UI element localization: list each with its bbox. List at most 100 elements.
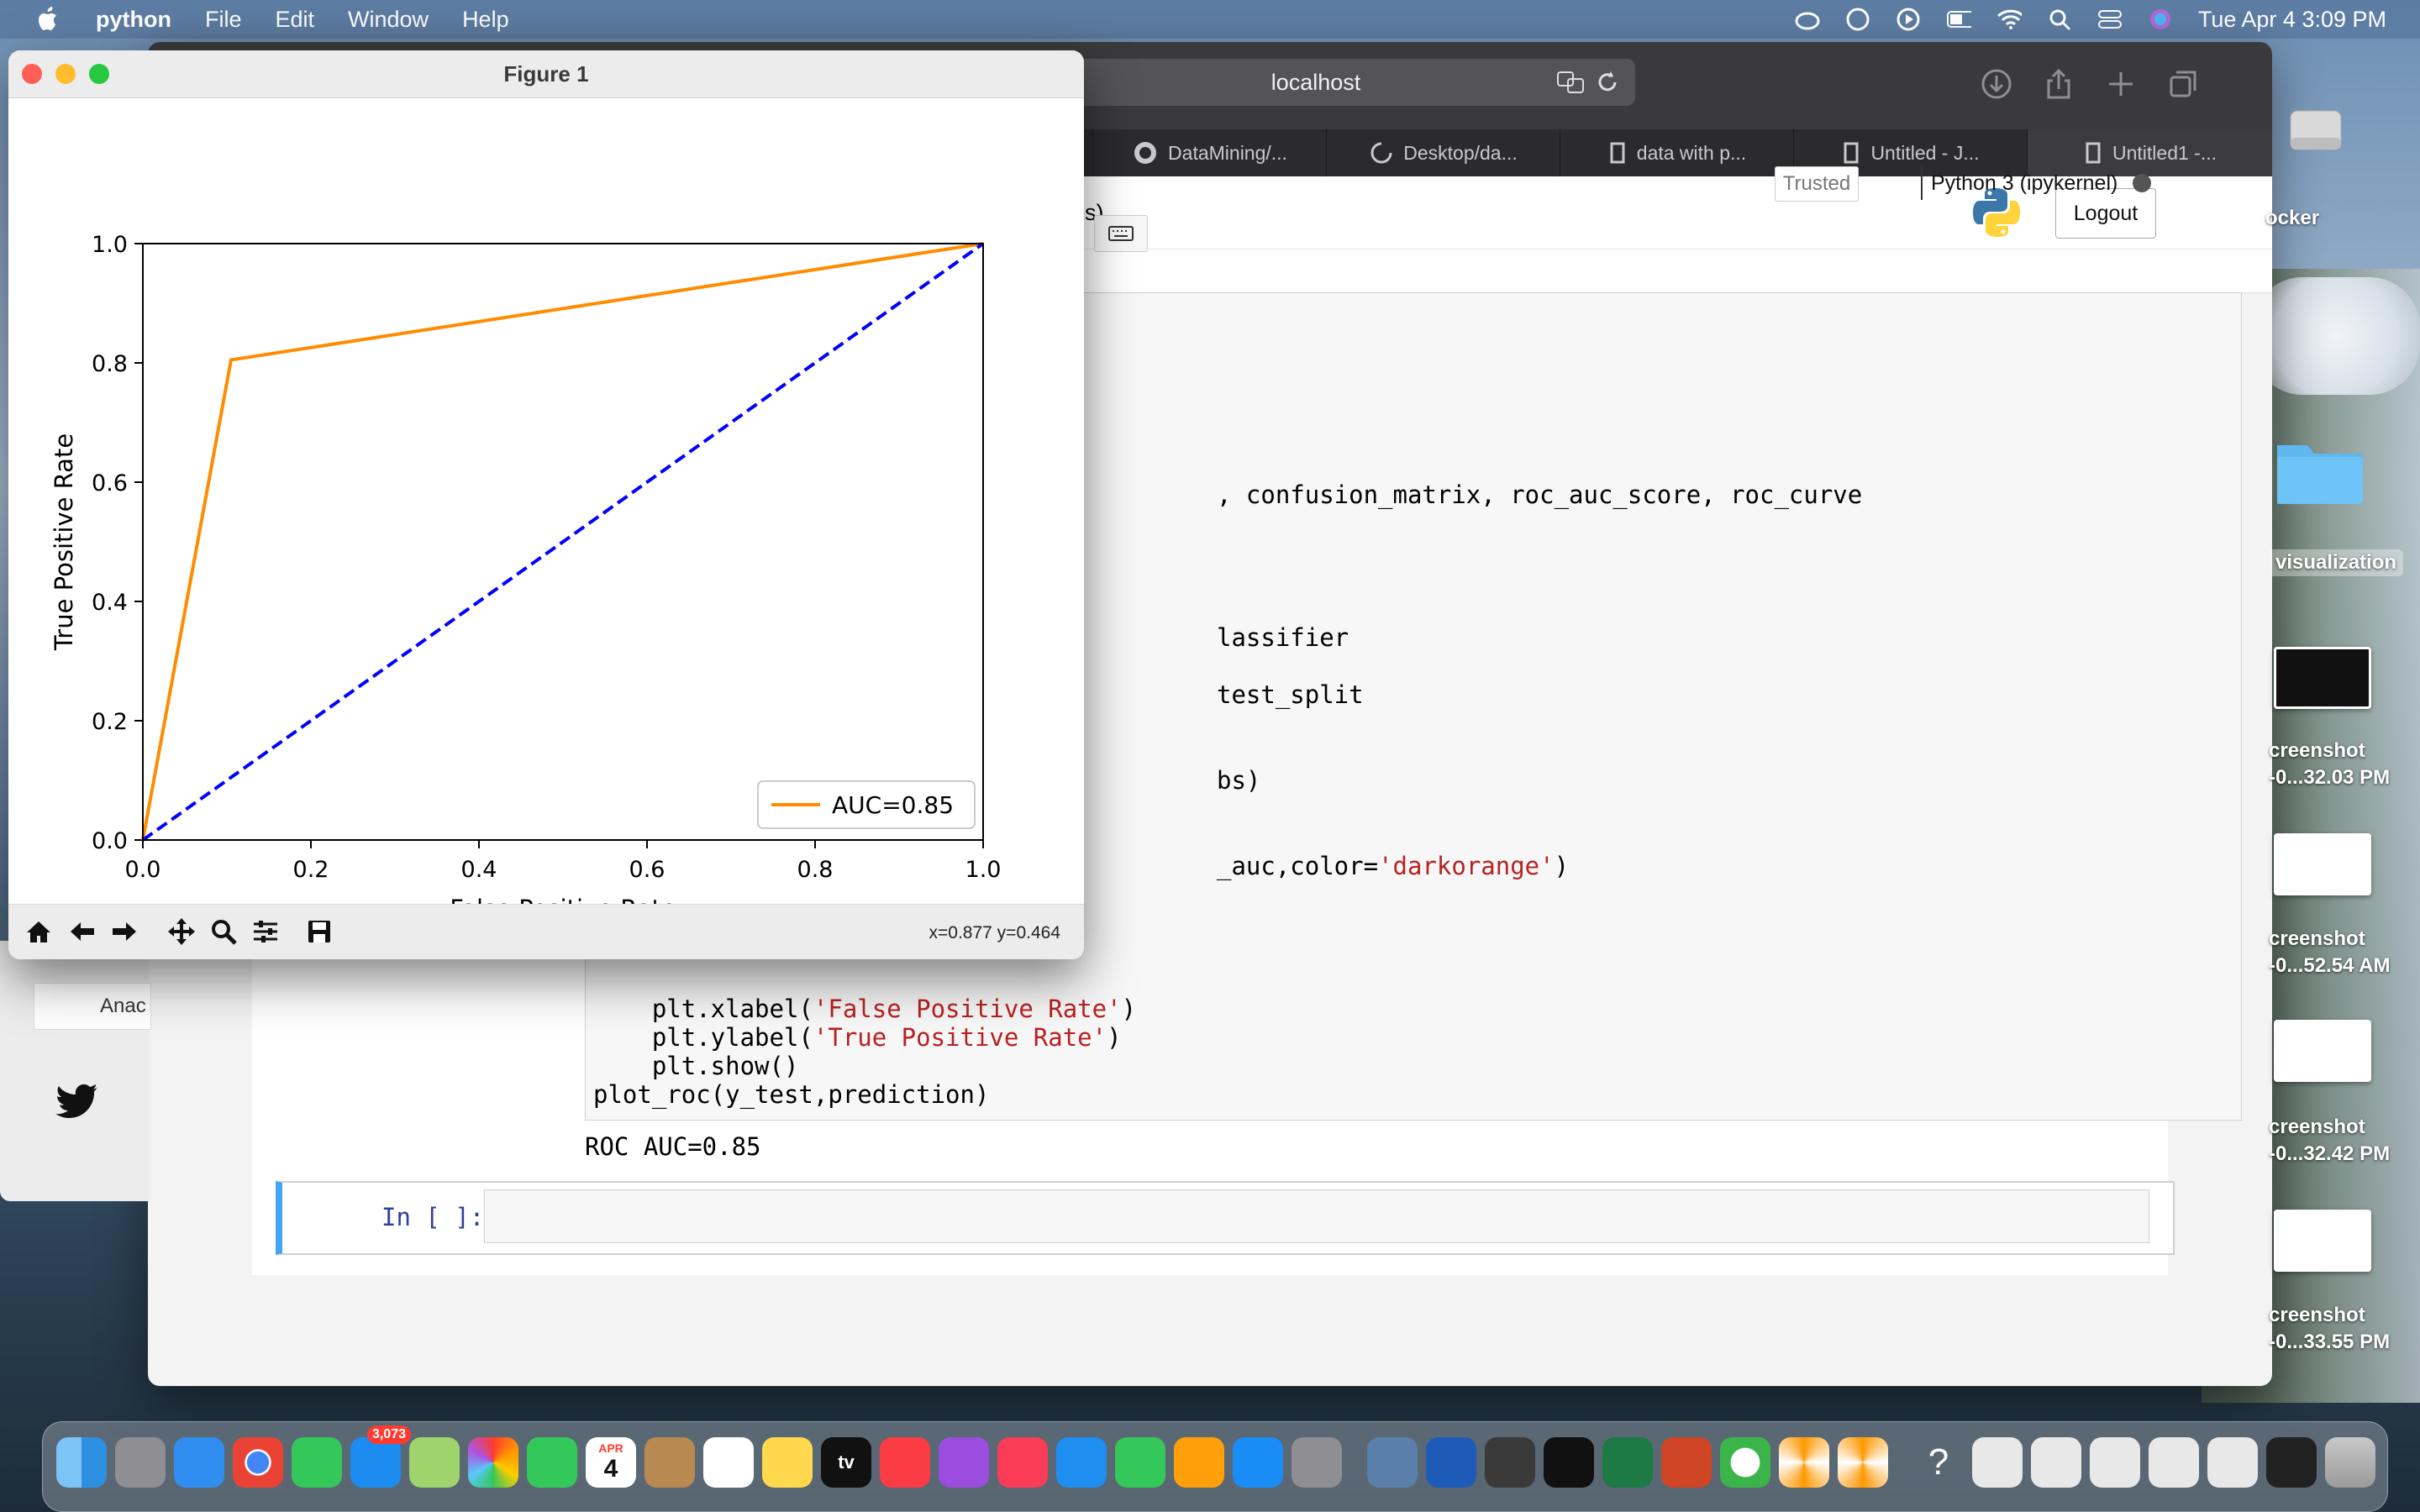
control-center-icon[interactable] bbox=[2097, 7, 2123, 32]
sublime-icon[interactable] bbox=[1485, 1437, 1535, 1488]
menu-file[interactable]: File bbox=[205, 7, 242, 33]
cloud-status-icon[interactable] bbox=[1795, 7, 1820, 32]
share-icon[interactable] bbox=[2042, 67, 2075, 101]
play-icon[interactable] bbox=[1896, 7, 1921, 32]
empty-input-cell[interactable]: In [ ]: bbox=[276, 1181, 2175, 1255]
keyboard-shortcuts-button[interactable] bbox=[1094, 215, 1148, 252]
preview-icon[interactable] bbox=[1367, 1437, 1418, 1488]
figure-titlebar: Figure 1 bbox=[8, 50, 1084, 98]
apple-tv-icon[interactable]: tv bbox=[821, 1437, 871, 1488]
launchpad-icon[interactable] bbox=[115, 1437, 166, 1488]
desktop-label[interactable]: creenshot bbox=[2269, 739, 2365, 763]
folder-icon[interactable] bbox=[2274, 428, 2366, 509]
document-stack-icon[interactable] bbox=[2031, 1437, 2081, 1488]
screenshot-thumbnail[interactable] bbox=[2274, 833, 2371, 895]
screenshot-thumbnail[interactable] bbox=[2274, 1020, 2371, 1082]
keynote-icon[interactable] bbox=[1056, 1437, 1107, 1488]
calendar-icon[interactable]: APR 4 bbox=[586, 1437, 636, 1488]
address-bar[interactable]: localhost bbox=[997, 59, 1635, 106]
dock: 3,073 APR 4 tv ? bbox=[42, 1421, 2388, 1512]
menu-edit[interactable]: Edit bbox=[276, 7, 315, 33]
python-launcher-icon[interactable] bbox=[1779, 1437, 1829, 1488]
mail-icon[interactable]: 3,073 bbox=[350, 1425, 411, 1488]
menu-app-name[interactable]: python bbox=[96, 7, 171, 33]
anaconda-icon[interactable] bbox=[1720, 1437, 1770, 1488]
code-line: test_split bbox=[1217, 680, 1364, 709]
new-tab-icon[interactable] bbox=[2104, 67, 2138, 101]
numbers-icon[interactable] bbox=[1115, 1437, 1165, 1488]
search-icon[interactable] bbox=[2047, 7, 2072, 32]
trusted-badge[interactable]: Trusted bbox=[1775, 166, 1859, 202]
desktop-label[interactable]: creenshot bbox=[2269, 1304, 2365, 1327]
app-store-icon[interactable] bbox=[1233, 1437, 1283, 1488]
configure-subplots-icon[interactable] bbox=[250, 916, 281, 947]
podcasts-icon[interactable] bbox=[939, 1437, 989, 1488]
tab-desktop[interactable]: Desktop/da... bbox=[1326, 129, 1560, 176]
document-stack-icon[interactable] bbox=[2207, 1437, 2258, 1488]
code-segment: ) bbox=[1107, 1023, 1122, 1052]
anaconda-button[interactable]: Anac bbox=[34, 983, 151, 1030]
save-icon[interactable] bbox=[304, 916, 334, 947]
diagonal-reference-line bbox=[141, 242, 985, 842]
terminal-icon[interactable] bbox=[1544, 1437, 1594, 1488]
help-icon[interactable]: ? bbox=[1913, 1437, 1964, 1488]
word-icon[interactable] bbox=[1426, 1437, 1476, 1488]
apple-menu-icon[interactable] bbox=[30, 6, 67, 33]
reload-icon[interactable] bbox=[1595, 69, 1620, 96]
tab-overview-icon[interactable] bbox=[2166, 67, 2200, 101]
pan-icon[interactable] bbox=[166, 916, 197, 947]
screenshot-stack-icon[interactable] bbox=[2266, 1437, 2317, 1488]
excel-icon[interactable] bbox=[1602, 1437, 1653, 1488]
music-icon[interactable] bbox=[880, 1437, 930, 1488]
contacts-icon[interactable] bbox=[644, 1437, 695, 1488]
tab-data-with[interactable]: data with p... bbox=[1560, 129, 1794, 176]
notes-icon[interactable] bbox=[762, 1437, 813, 1488]
desktop-label[interactable]: creenshot bbox=[2269, 1116, 2365, 1139]
siri-icon[interactable] bbox=[2148, 7, 2173, 32]
desktop-label-docker[interactable]: ocker bbox=[2265, 207, 2319, 230]
menu-help[interactable]: Help bbox=[462, 7, 509, 33]
messages-icon[interactable] bbox=[292, 1437, 342, 1488]
zoom-rect-icon[interactable] bbox=[208, 916, 239, 947]
document-stack-icon[interactable] bbox=[2090, 1437, 2140, 1488]
screenshot-thumbnail[interactable] bbox=[2274, 647, 2371, 709]
screenshot-thumbnail[interactable] bbox=[2274, 1210, 2371, 1272]
python-launcher-icon[interactable] bbox=[1838, 1437, 1888, 1488]
x-tick-label: 1.0 bbox=[965, 857, 1002, 883]
finder-icon[interactable] bbox=[56, 1437, 107, 1488]
globe-icon[interactable] bbox=[1845, 7, 1870, 32]
minimize-icon[interactable] bbox=[55, 64, 76, 84]
battery-icon[interactable] bbox=[1946, 7, 1971, 32]
document-stack-icon[interactable] bbox=[2149, 1437, 2199, 1488]
cell-input-box[interactable] bbox=[484, 1189, 2149, 1243]
trash-icon[interactable] bbox=[2325, 1437, 2375, 1488]
forward-arrow-icon[interactable] bbox=[109, 916, 139, 947]
home-icon[interactable] bbox=[24, 916, 54, 947]
kernel-indicator[interactable]: Python 3 (ipykernel) bbox=[1921, 166, 2152, 200]
menu-window[interactable]: Window bbox=[348, 7, 429, 33]
document-stack-icon[interactable] bbox=[1972, 1437, 2023, 1488]
download-icon[interactable] bbox=[1980, 67, 2013, 101]
zoom-icon[interactable] bbox=[89, 64, 109, 84]
translate-icon[interactable] bbox=[1556, 69, 1585, 96]
photos-icon[interactable] bbox=[468, 1437, 518, 1488]
system-preferences-icon[interactable] bbox=[1292, 1437, 1342, 1488]
powerpoint-icon[interactable] bbox=[1661, 1437, 1712, 1488]
wifi-icon[interactable] bbox=[1996, 7, 2022, 32]
safari-icon[interactable] bbox=[174, 1437, 224, 1488]
menubar-clock[interactable]: Tue Apr 4 3:09 PM bbox=[2198, 7, 2386, 33]
pages-icon[interactable] bbox=[1174, 1437, 1224, 1488]
drive-icon[interactable] bbox=[2287, 94, 2344, 156]
maps-icon[interactable] bbox=[409, 1437, 460, 1488]
close-icon[interactable] bbox=[22, 64, 42, 84]
desktop-label-visualization[interactable]: visualization bbox=[2269, 549, 2404, 576]
figure-title: Figure 1 bbox=[503, 60, 589, 87]
back-arrow-icon[interactable] bbox=[67, 916, 97, 947]
twitter-icon[interactable] bbox=[55, 1084, 99, 1121]
facetime-icon[interactable] bbox=[527, 1437, 577, 1488]
reminders-icon[interactable] bbox=[703, 1437, 754, 1488]
desktop-label[interactable]: creenshot bbox=[2269, 927, 2365, 951]
news-icon[interactable] bbox=[997, 1437, 1048, 1488]
tab-datamining[interactable]: DataMining/... bbox=[1092, 129, 1327, 176]
chrome-icon[interactable] bbox=[233, 1437, 283, 1488]
